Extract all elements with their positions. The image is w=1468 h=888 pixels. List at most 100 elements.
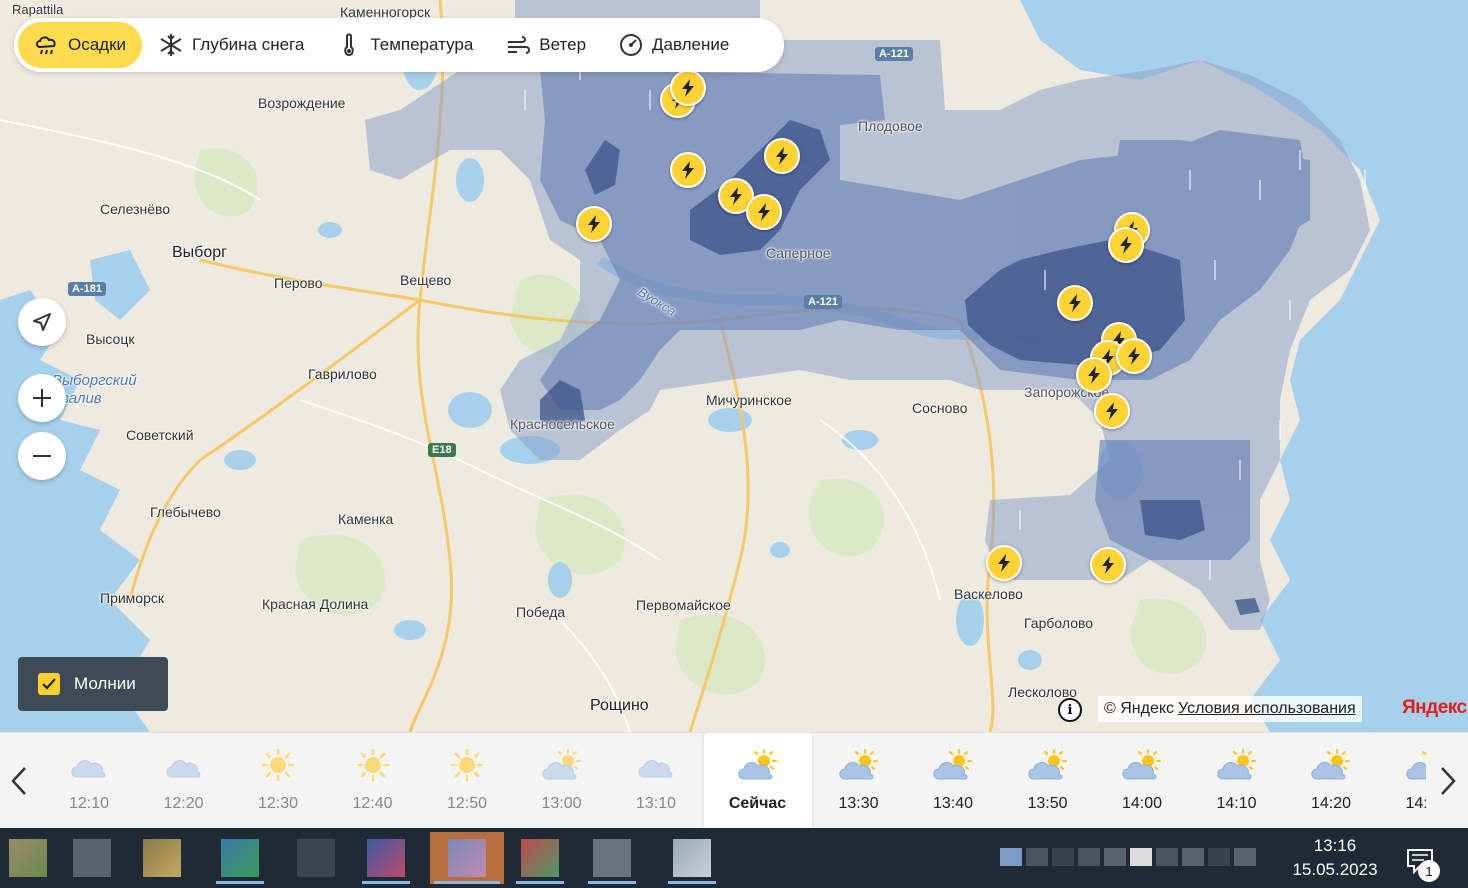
lightning-marker[interactable] — [764, 138, 800, 174]
zoom-out-button[interactable] — [18, 432, 66, 480]
snowflake-icon — [160, 34, 182, 56]
place-label: Плодовое — [858, 118, 923, 134]
sun-icon — [261, 748, 295, 782]
place-label: Селезнёво — [100, 201, 171, 217]
terms-link[interactable]: Условия использования — [1178, 700, 1356, 718]
timeline-time: Сейчас — [728, 795, 787, 812]
taskbar-app[interactable] — [64, 832, 120, 884]
timeline-prev-button[interactable] — [0, 733, 38, 829]
timeline-time: 13:50 — [1027, 795, 1068, 812]
lightning-bolt-icon — [682, 161, 694, 179]
lightning-marker[interactable] — [670, 152, 706, 188]
place-label: Мичуринское — [706, 392, 792, 408]
timeline-time: 13:10 — [635, 795, 677, 812]
system-clock[interactable]: 13:16 15.05.2023 — [1280, 828, 1390, 888]
system-tray[interactable] — [1000, 848, 1270, 868]
place-label: Выборг — [172, 244, 227, 261]
taskbar-app[interactable] — [134, 832, 190, 884]
taskbar-app[interactable] — [512, 832, 568, 884]
partly-cloudy-icon — [1216, 749, 1256, 780]
timeline-item[interactable]: 12:20 — [137, 733, 231, 829]
tab-label: Давление — [652, 35, 730, 54]
taskbar-app[interactable] — [584, 832, 640, 884]
taskbar-app[interactable] — [288, 832, 344, 884]
lightning-marker[interactable] — [670, 70, 706, 106]
lightning-marker[interactable] — [746, 194, 782, 230]
lightning-bolt-icon — [1069, 294, 1081, 312]
chevron-right-icon — [1441, 767, 1456, 795]
partly-cloudy-icon — [1027, 749, 1067, 780]
checkbox-checked-icon[interactable] — [38, 673, 60, 695]
sun-icon — [356, 748, 389, 782]
lightning-bolt-icon — [1102, 556, 1114, 574]
rain-cloud-icon — [36, 36, 56, 55]
lightning-bolt-icon — [1088, 366, 1100, 384]
lightning-bolt-icon — [758, 203, 770, 221]
timeline-item-now[interactable]: Сейчас — [703, 733, 812, 829]
locate-button[interactable] — [18, 298, 66, 346]
partly-cloudy-icon — [1122, 749, 1161, 780]
tab-wind[interactable]: Ветер — [489, 22, 602, 68]
lightning-marker[interactable] — [1116, 338, 1152, 374]
taskbar-app[interactable] — [664, 832, 720, 884]
yandex-logo[interactable]: Яндекс — [1402, 697, 1467, 719]
taskbar-app[interactable] — [0, 832, 56, 884]
weather-map[interactable]: Rapattila Каменногорск Возрождение Плодо… — [0, 0, 1468, 732]
lightning-marker[interactable] — [1090, 547, 1126, 583]
tab-temperature[interactable]: Температура — [320, 22, 489, 68]
pressure-gauge-icon — [620, 34, 643, 56]
timeline-item[interactable]: 12:30 — [231, 733, 325, 829]
tab-label: Ветер — [539, 35, 587, 54]
zoom-in-button[interactable] — [18, 374, 66, 422]
timeline-item[interactable]: 14:00 — [1095, 733, 1189, 829]
place-label: Первомайское — [636, 597, 731, 613]
taskbar-app[interactable] — [358, 832, 414, 884]
info-icon[interactable]: i — [1058, 698, 1082, 722]
lightning-marker[interactable] — [576, 206, 612, 242]
tab-snow-depth[interactable]: Глубина снега — [142, 22, 320, 68]
lightning-marker[interactable] — [1076, 357, 1112, 393]
partly-cloudy-icon — [1405, 751, 1426, 780]
clock-date: 15.05.2023 — [1292, 860, 1378, 879]
partly-cloudy-icon — [737, 749, 777, 780]
timeline-next-button[interactable] — [1428, 733, 1468, 829]
timeline-item[interactable]: 14:30 — [1379, 733, 1426, 829]
cloud-icon — [638, 759, 673, 778]
tab-precipitation[interactable]: Осадки — [18, 22, 143, 68]
road-badge: A-181 — [68, 282, 106, 296]
timeline-item[interactable]: 14:10 — [1190, 733, 1284, 829]
place-label: Вещево — [400, 272, 452, 288]
lightning-bolt-icon — [1106, 402, 1118, 420]
tab-pressure[interactable]: Давление — [602, 22, 745, 68]
place-label: Васкелово — [954, 586, 1023, 602]
road-badge: A-121 — [804, 295, 842, 309]
place-label: Советский — [126, 427, 194, 443]
sun-icon — [450, 748, 484, 782]
timeline-item[interactable]: 12:40 — [326, 733, 420, 829]
lightning-toggle[interactable]: Молнии — [18, 657, 168, 711]
timeline-time: 12:40 — [352, 795, 393, 812]
timeline-item[interactable]: 13:10 — [609, 733, 703, 829]
lightning-marker[interactable] — [1094, 393, 1130, 429]
timeline-time: 13:40 — [932, 795, 974, 812]
lightning-marker[interactable] — [1108, 227, 1144, 263]
wind-icon — [508, 36, 531, 54]
taskbar-app-active[interactable] — [430, 832, 504, 884]
timeline-item[interactable]: 13:30 — [812, 733, 906, 829]
lightning-bolt-icon — [1120, 236, 1132, 254]
timeline-item[interactable]: 13:50 — [1001, 733, 1095, 829]
lightning-marker[interactable] — [1057, 285, 1093, 321]
partly-cloudy-icon — [541, 749, 581, 780]
locate-arrow-icon — [33, 313, 51, 331]
taskbar-app[interactable] — [212, 832, 268, 884]
layer-tabs: Осадки Глубина снега Температура Ветер Д… — [14, 18, 784, 72]
timeline-item[interactable]: 12:50 — [420, 733, 514, 829]
timeline-item[interactable]: 13:00 — [515, 733, 609, 829]
timeline-item[interactable]: 14:20 — [1284, 733, 1378, 829]
thermometer-icon — [344, 33, 355, 57]
cloud-icon — [165, 759, 200, 778]
timeline-item[interactable]: 12:10 — [42, 733, 136, 829]
timeline-item[interactable]: 13:40 — [906, 733, 1000, 829]
lightning-marker[interactable] — [986, 545, 1022, 581]
road-badge: A-121 — [875, 47, 913, 61]
